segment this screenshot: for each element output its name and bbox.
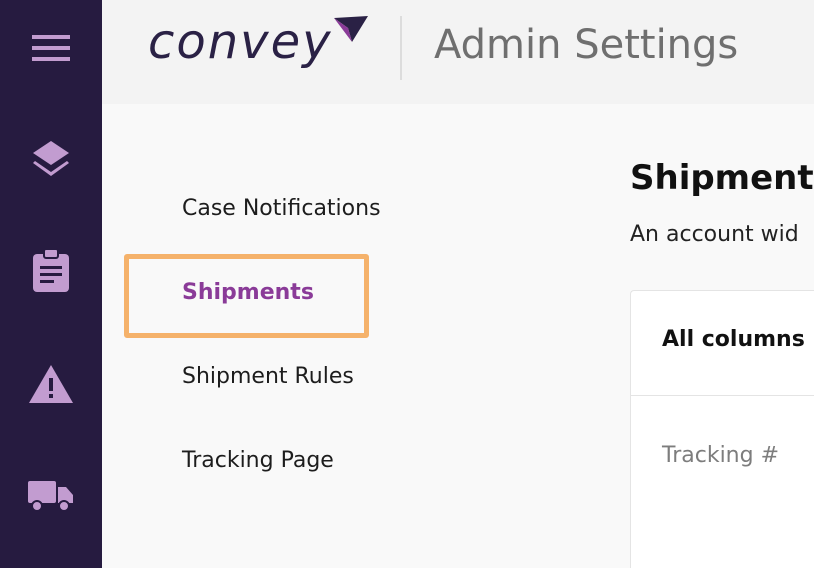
header-divider [400, 16, 402, 80]
column-tracking[interactable]: Tracking # [662, 443, 779, 468]
top-bar: convey Admin Settings [102, 0, 814, 104]
logo-arrow-icon [334, 16, 370, 48]
subnav-item-shipment-rules[interactable]: Shipment Rules [182, 364, 354, 389]
card-header: All columns [662, 327, 805, 352]
subnav-item-tracking-page[interactable]: Tracking Page [182, 448, 334, 473]
card-divider [631, 395, 814, 396]
truck-icon[interactable] [0, 476, 102, 516]
page-title: Admin Settings [434, 22, 739, 68]
clipboard-icon[interactable] [0, 246, 102, 294]
warning-icon[interactable] [0, 362, 102, 406]
selection-highlight [124, 254, 369, 338]
section-title: Shipments [630, 158, 814, 198]
subnav-item-case-notifications[interactable]: Case Notifications [182, 196, 381, 221]
columns-card: All columns Tracking # [630, 290, 814, 568]
layers-icon[interactable] [0, 136, 102, 182]
section-description: An account wid [630, 222, 799, 247]
left-rail [0, 0, 102, 568]
convey-logo[interactable]: convey [148, 14, 333, 70]
menu-icon[interactable] [0, 28, 102, 68]
